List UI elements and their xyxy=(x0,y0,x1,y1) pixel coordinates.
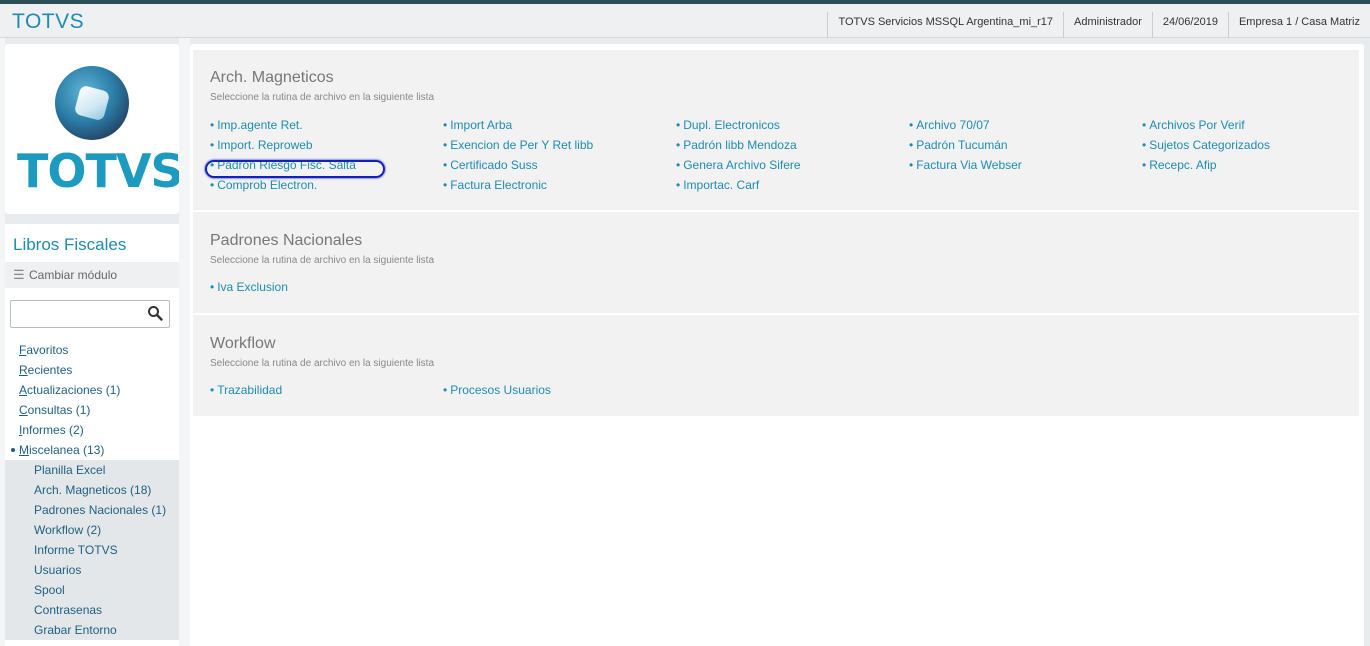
menu-item-consultas[interactable]: Consultas (1) xyxy=(5,400,179,420)
change-module-label: Cambiar módulo xyxy=(29,268,118,282)
section-title: Workflow xyxy=(210,335,276,352)
submenu-item-spool[interactable]: Spool xyxy=(5,580,179,600)
submenu-item-usuarios[interactable]: Usuarios xyxy=(5,560,179,580)
routine-link[interactable]: • Archivo 70/07 xyxy=(909,118,990,132)
submenu-item-workflow[interactable]: Workflow (2) xyxy=(5,520,179,540)
module-menu: Favoritos Recientes Actualizaciones (1) … xyxy=(5,340,179,640)
brand-title: TOTVS xyxy=(12,10,85,33)
routine-link[interactable]: • Recepc. Afip xyxy=(1142,158,1217,172)
menu-item-favoritos[interactable]: Favoritos xyxy=(5,340,179,360)
section-subtitle: Seleccione la rutina de archivo en la si… xyxy=(210,358,435,369)
section-title: Padrones Nacionales xyxy=(210,232,363,249)
top-bar: TOTVS TOTVS Servicios MSSQL Argentina_mi… xyxy=(0,0,1370,38)
routine-link[interactable]: • Padrón Tucumán xyxy=(909,138,1008,152)
user-label[interactable]: Administrador xyxy=(1063,12,1152,38)
hamburger-icon: ☰ xyxy=(13,267,25,282)
submenu-item-planilla-excel[interactable]: Planilla Excel xyxy=(5,460,179,480)
routine-link[interactable]: • Dupl. Electronicos xyxy=(676,118,780,132)
panel-gutter xyxy=(179,38,190,646)
routine-link[interactable]: • Archivos Por Verif xyxy=(1142,118,1245,132)
date-label[interactable]: 24/06/2019 xyxy=(1151,12,1228,38)
routine-link[interactable]: • Import Arba xyxy=(443,118,512,132)
submenu-item-padrones-nacionales[interactable]: Padrones Nacionales (1) xyxy=(5,500,179,520)
expanded-dot-icon xyxy=(11,448,15,452)
routine-link[interactable]: • Factura Electronic xyxy=(443,178,547,192)
menu-item-miscelanea[interactable]: Miscelanea (13) xyxy=(5,440,179,460)
routine-link[interactable]: • Exencion de Per Y Ret libb xyxy=(443,138,593,152)
header-info: TOTVS Servicios MSSQL Argentina_mi_r17 A… xyxy=(827,10,1370,38)
main-content: Arch. Magneticos Seleccione la rutina de… xyxy=(190,44,1364,646)
routine-link[interactable]: • Genera Archivo Sifere xyxy=(676,158,801,172)
routine-link[interactable]: • Factura Via Webser xyxy=(909,158,1022,172)
routine-link[interactable]: • Imp.agente Ret. xyxy=(210,118,303,132)
environment-label[interactable]: TOTVS Servicios MSSQL Argentina_mi_r17 xyxy=(827,12,1063,38)
section-padrones-nacionales: Padrones Nacionales Seleccione la rutina… xyxy=(193,212,1359,313)
section-workflow: Workflow Seleccione la rutina de archivo… xyxy=(193,315,1359,416)
routine-link[interactable]: • Padrón libb Mendoza xyxy=(676,138,797,152)
submenu-item-contrasenas[interactable]: Contrasenas xyxy=(5,600,179,620)
logo-panel: TOTVS xyxy=(5,44,184,214)
routine-link[interactable]: • Sujetos Categorizados xyxy=(1142,138,1270,152)
search-icon[interactable] xyxy=(147,305,163,321)
company-label[interactable]: Empresa 1 / Casa Matriz xyxy=(1227,12,1370,38)
logo-text: TOTVS xyxy=(17,144,184,198)
submenu-item-arch-magneticos[interactable]: Arch. Magneticos (18) xyxy=(5,480,179,500)
routine-link[interactable]: • Iva Exclusion xyxy=(210,280,288,294)
submenu-item-informe-totvs[interactable]: Informe TOTVS xyxy=(5,540,179,560)
module-title: Libros Fiscales xyxy=(13,235,127,254)
menu-item-recientes[interactable]: Recientes xyxy=(5,360,179,380)
routine-link[interactable]: • Procesos Usuarios xyxy=(443,383,551,397)
totvs-logo-icon xyxy=(55,66,129,140)
change-module-button[interactable]: ☰ Cambiar módulo xyxy=(5,262,179,288)
routine-link[interactable]: • Import. Reproweb xyxy=(210,138,313,152)
routine-link[interactable]: • Comprob Electron. xyxy=(210,178,317,192)
logo-square xyxy=(73,84,111,122)
routine-link[interactable]: • Importac. Carf xyxy=(676,178,759,192)
routine-link[interactable]: • Certificado Suss xyxy=(443,158,538,172)
search-input[interactable] xyxy=(10,300,170,328)
section-title: Arch. Magneticos xyxy=(210,69,334,86)
submenu-item-grabar-entorno[interactable]: Grabar Entorno xyxy=(5,620,179,640)
menu-item-actualizaciones[interactable]: Actualizaciones (1) xyxy=(5,380,179,400)
menu-item-informes[interactable]: Informes (2) xyxy=(5,420,179,440)
miscelanea-submenu: Planilla Excel Arch. Magneticos (18) Pad… xyxy=(5,460,179,640)
module-panel: Libros Fiscales ☰ Cambiar módulo Favorit… xyxy=(5,224,179,646)
routine-link[interactable]: • Trazabilidad xyxy=(210,383,282,397)
selection-highlight xyxy=(205,160,385,178)
section-arch-magneticos: Arch. Magneticos Seleccione la rutina de… xyxy=(193,50,1359,210)
section-subtitle: Seleccione la rutina de archivo en la si… xyxy=(210,255,435,266)
section-subtitle: Seleccione la rutina de archivo en la si… xyxy=(210,92,435,103)
